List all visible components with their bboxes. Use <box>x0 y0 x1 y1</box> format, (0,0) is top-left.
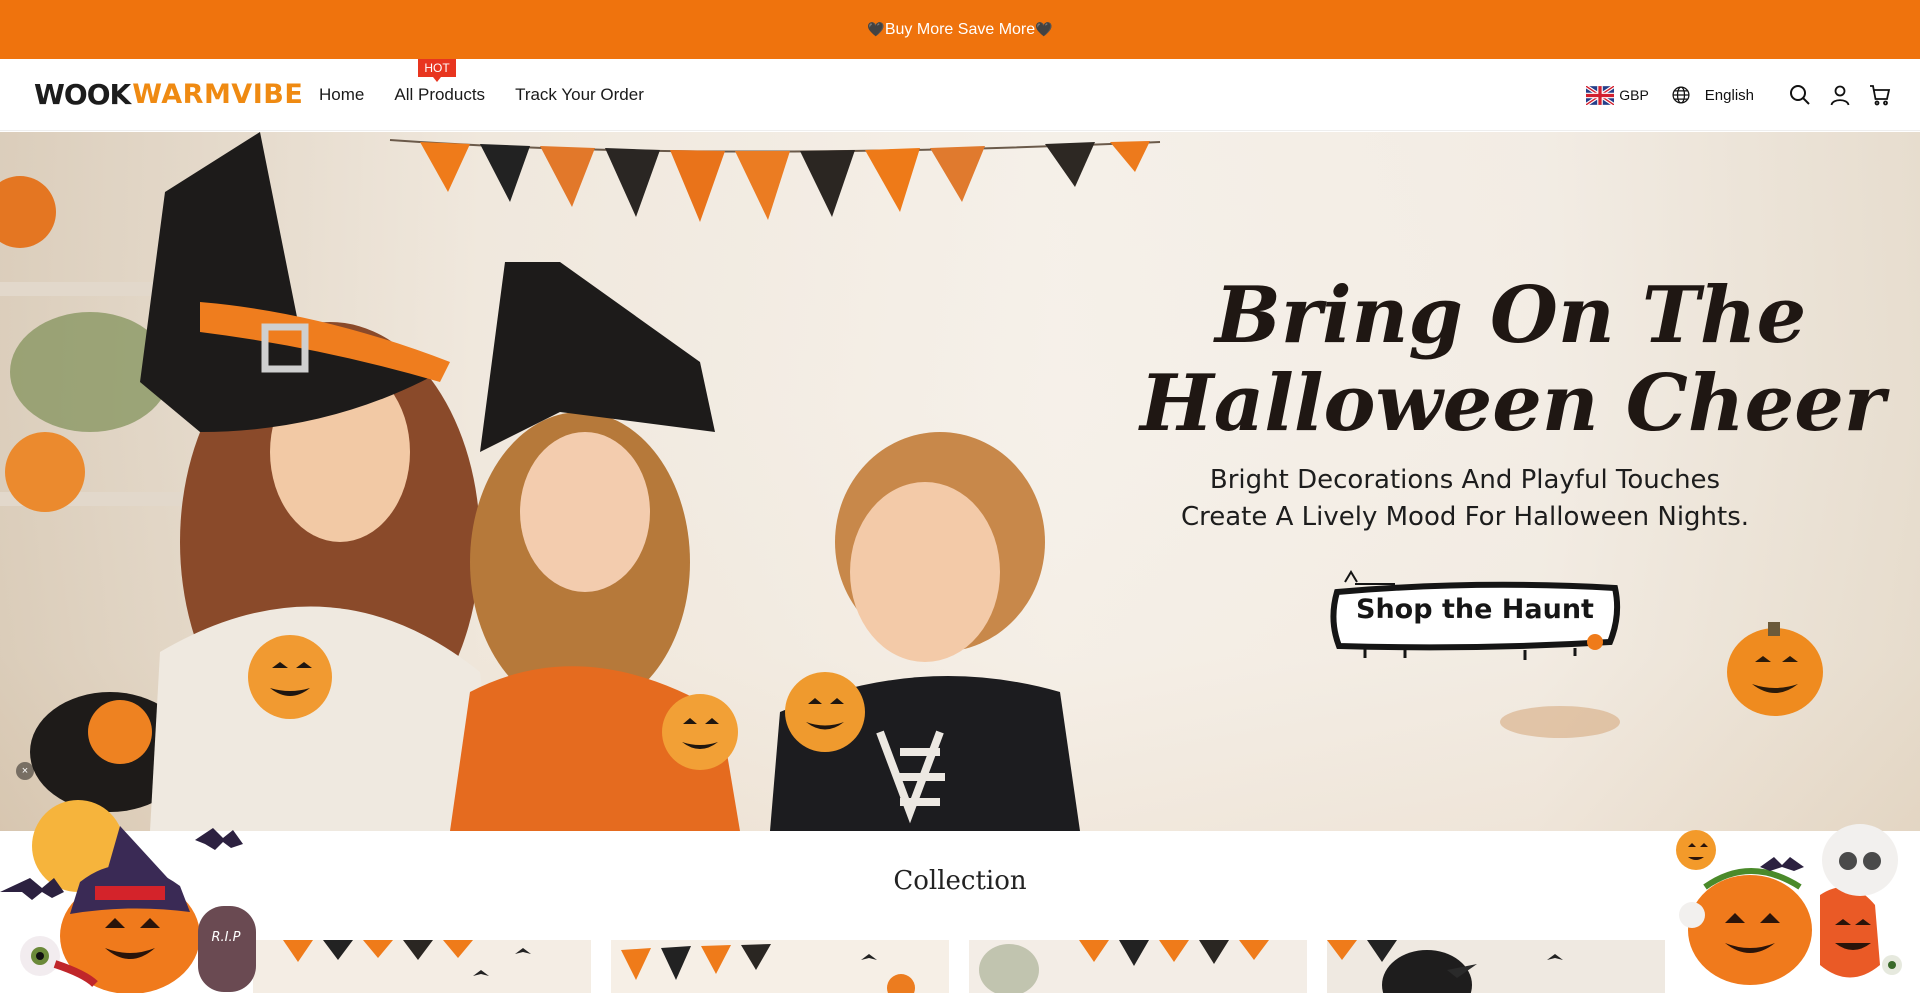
hero-subtitle-line1: Bright Decorations And Playful Touches <box>1209 465 1721 495</box>
header-actions: GBP English <box>1586 59 1892 131</box>
logo-word: WARMVIBE <box>132 78 304 110</box>
collection-card[interactable] <box>611 940 949 993</box>
site-logo[interactable]: WOOK WARMVIBE <box>34 77 303 111</box>
pumpkin-basket-icon <box>1676 824 1902 985</box>
hero-subtitle-line2: Create A Lively Mood For Halloween Night… <box>1180 502 1750 532</box>
announcement-bar: 🖤 Buy More Save More 🖤 <box>0 0 1920 59</box>
search-icon[interactable] <box>1788 83 1812 107</box>
language-label: English <box>1704 86 1754 104</box>
globe-icon <box>1672 86 1690 104</box>
pumpkin-witch-icon: R.I.P <box>0 800 256 993</box>
uk-flag-icon <box>1586 85 1615 105</box>
currency-selector[interactable]: GBP <box>1586 85 1649 105</box>
account-icon[interactable] <box>1828 83 1852 107</box>
shop-the-haunt-label: Shop the Haunt <box>1356 594 1594 625</box>
collection-title: Collection <box>893 866 1027 896</box>
site-header: WOOK WARMVIBE Home HOT All Products Trac… <box>0 59 1920 131</box>
heart-icon: 🖤 <box>867 21 885 37</box>
close-icon[interactable]: × <box>16 762 34 780</box>
announcement-text[interactable]: Buy More Save More <box>885 21 1035 39</box>
halloween-decor-left[interactable]: R.I.P <box>0 786 270 993</box>
nav-all-products-label: All Products <box>394 85 486 104</box>
logo-mark: WOOK <box>34 77 131 111</box>
hot-badge: HOT <box>418 59 456 82</box>
tombstone-text: R.I.P <box>212 930 241 945</box>
hero-subtitle: Bright Decorations And Playful Touches C… <box>1140 462 1790 536</box>
hero-banner[interactable]: Bring On The Halloween Cheer Bright Deco… <box>0 132 1920 831</box>
language-selector[interactable]: English <box>1671 85 1754 105</box>
main-nav: Home HOT All Products Track Your Order <box>319 59 674 131</box>
hero-title-line1: Bring On The <box>1215 270 1807 361</box>
cart-icon[interactable] <box>1868 83 1892 107</box>
nav-home[interactable]: Home <box>319 85 364 105</box>
collection-card[interactable] <box>1327 940 1665 993</box>
hero-title: Bring On The Halloween Cheer <box>1140 272 1920 448</box>
shop-the-haunt-button[interactable]: Shop the Haunt <box>1325 570 1625 660</box>
collection-card[interactable] <box>253 940 591 993</box>
halloween-decor-right[interactable] <box>1650 815 1920 993</box>
card-image <box>253 940 591 993</box>
currency-label: GBP <box>1619 87 1649 103</box>
hero-title-line2: Halloween Cheer <box>1140 358 1885 449</box>
card-image <box>969 940 1307 993</box>
collection-card[interactable] <box>969 940 1307 993</box>
nav-track-order[interactable]: Track Your Order <box>515 85 644 105</box>
card-image <box>611 940 949 993</box>
nav-all-products[interactable]: HOT All Products <box>394 59 486 105</box>
heart-icon: 🖤 <box>1035 21 1053 37</box>
card-image <box>1327 940 1665 993</box>
collection-cards <box>253 940 1673 993</box>
